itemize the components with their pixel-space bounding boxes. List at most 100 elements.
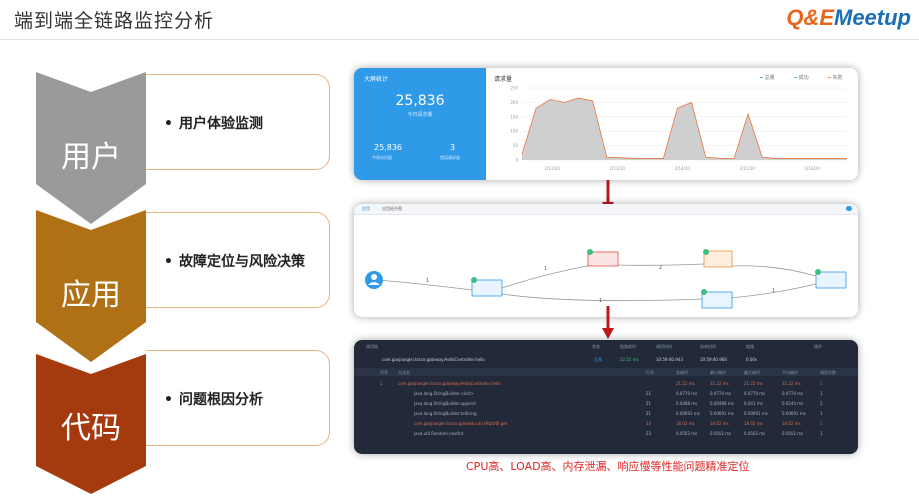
edge-label-1: 1 [426, 278, 429, 284]
logo-part2: Meetup [834, 5, 911, 30]
method-row-cell: 21 [646, 401, 652, 406]
series-area [522, 98, 847, 160]
topology-graph: 1 1 2 1 1 [365, 249, 847, 309]
service-node-gateway[interactable] [471, 279, 503, 297]
stat2-value: 3 [450, 143, 456, 152]
method-row-cell: 18.02 ms [676, 421, 695, 426]
method-row-cell: 0.0770 ms [744, 391, 766, 396]
edge-label-4: 1 [599, 298, 602, 304]
logo-part1: Q&E [786, 5, 834, 30]
trace-top-cell: 正常 [594, 357, 602, 362]
method-row-cell: 21 [646, 391, 652, 396]
x-tick-label: 2/14/20 [675, 166, 691, 171]
method-row-cell: 1 [820, 391, 823, 396]
x-tick-label: 2/16/20 [805, 166, 821, 171]
trace-header-cell: 链路 [746, 344, 754, 349]
request-total: 25,836 [395, 93, 445, 109]
layer-label-code: 代码 [61, 411, 121, 446]
layer-label-app: 应用 [61, 278, 121, 313]
trace-table: 调用链 状态 链路耗时 调用时间 结束时间 链路 操作 com.gaojianglei.tra… [354, 340, 858, 454]
method-row-cell: java.lang.StringBuilder.append [414, 401, 476, 406]
method-row-cell: 21.22 ms [744, 381, 763, 386]
method-row-cell: 0.00691 ms [710, 411, 734, 416]
stats-panel: 大屏统计 25,836 今日请求量 25,836 3 今周访问量 错误请求量 [354, 68, 486, 180]
caption-text: CPU高、LOAD高、内存泄漏、响应慢等性能问题精准定位 [466, 460, 750, 473]
legend-success: ━ 成功 [794, 75, 809, 81]
toggle-icon[interactable] [846, 206, 852, 211]
method-row-cell: 0.0770 ms [710, 391, 732, 396]
legend-fail: ━ 失败 [828, 75, 843, 81]
method-row-cell: 1 [820, 421, 823, 426]
page-title: 端到端全链路监控分析 [14, 10, 215, 32]
method-row-cell: 0.00691 ms [744, 411, 768, 416]
y-tick-label: 0 [515, 158, 518, 163]
layer-card-app: • 故障定位与风险决策 [146, 212, 330, 308]
method-header-cell: 平均耗时 [782, 370, 798, 375]
y-tick-label: 100 [510, 129, 518, 134]
trace-top-cell: com.gaojianglei.trace.gateway.HelloContr… [382, 357, 485, 362]
stat1-value: 25,836 [374, 143, 402, 152]
service-node-db[interactable] [701, 291, 733, 309]
method-row-cell: 1 [820, 381, 823, 386]
method-row-cell: java.lang.StringBuilder.<init> [414, 391, 474, 396]
trace-header-cell: 链路耗时 [620, 344, 636, 349]
topology-screenshot: 应用 应用拓扑图 1 1 2 1 1 [354, 204, 858, 317]
dashboard-screenshot: 大屏统计 25,836 今日请求量 25,836 3 今周访问量 错误请求量 请… [354, 68, 858, 180]
x-tick-label: 2/15/20 [740, 166, 756, 171]
method-row-cell: java.util.Random.nextInt [414, 431, 464, 436]
method-row-cell: 0.00691 ms [676, 411, 700, 416]
tab-topology[interactable]: 应用拓扑图 [382, 206, 402, 212]
trace-header-cell: 操作 [814, 344, 822, 349]
method-row-cell: 21 [646, 411, 652, 416]
arrow-down-2 [602, 306, 614, 339]
trace-top-cell: 22.55 ms [620, 357, 639, 362]
method-row-cell: 2 [820, 401, 823, 406]
service-node-end[interactable] [815, 271, 847, 289]
layer-item-app: • 故障定位与风险决策 [164, 254, 305, 270]
method-row-cell: 0.0488 ms [676, 401, 698, 406]
method-header-cell: 调用次数 [820, 370, 836, 375]
method-row-cell: 0.0502 ms [676, 431, 698, 436]
method-row-cell: 1 [820, 411, 823, 416]
x-tick-label: 2/12/20 [545, 166, 561, 171]
method-row-cell: 18.02 ms [782, 421, 801, 426]
y-tick-label: 150 [510, 114, 518, 119]
method-row-cell: 0.0244 ms [782, 401, 804, 406]
method-row-cell: 0.0770 ms [782, 391, 804, 396]
layer-card-user: • 用户体验监测 [146, 74, 330, 170]
trace-top-cell: 10:59:40.966 [700, 357, 727, 362]
stats-header: 大屏统计 [364, 76, 389, 83]
y-tick-label: 50 [513, 143, 519, 148]
header-divider [0, 39, 919, 40]
method-row-cell: 1 [380, 381, 383, 386]
trace-header-cell: 状态 [592, 344, 600, 349]
edge-label-3: 2 [659, 265, 662, 271]
method-row-cell: 22 [646, 421, 652, 426]
method-row-cell: 21.22 ms [676, 381, 695, 386]
method-row-cell: 0.0770 ms [676, 391, 698, 396]
legend-total: ━ 总量 [760, 75, 775, 81]
method-row-cell: 18.02 ms [710, 421, 729, 426]
stat2-label: 错误请求量 [440, 155, 460, 160]
y-tick-label: 250 [510, 86, 518, 91]
x-tick-label: 2/13/20 [610, 166, 626, 171]
trace-top-cell: 0.00s [746, 357, 757, 362]
stat1-label: 今周访问量 [372, 155, 392, 160]
trace-screenshot: 调用链 状态 链路耗时 调用时间 结束时间 链路 操作 com.gaojianglei.tra… [354, 340, 858, 454]
y-tick-label: 200 [510, 100, 518, 105]
method-row-cell: 0.00488 ms [710, 401, 734, 406]
trace-header-cell: 调用时间 [656, 344, 672, 349]
layer-card-code: • 问题根因分析 [146, 350, 330, 446]
method-row-cell: 18.02 ms [744, 421, 763, 426]
method-row-cell: java.lang.StringBuilder.toString [414, 411, 477, 416]
method-header-cell: 方法名 [398, 370, 410, 375]
method-row-cell: 23 [646, 431, 652, 436]
layer-label-user: 用户 [61, 140, 121, 175]
method-header-cell: 最小耗时 [710, 370, 726, 375]
method-header-cell: 序号 [380, 370, 388, 375]
method-row-cell: com.gaojianglei.trace.gateway.HelloContr… [398, 381, 501, 386]
tab-app[interactable]: 应用 [362, 206, 370, 212]
method-row-cell: 0.0502 ms [744, 431, 766, 436]
method-row-cell: 0.041 ms [744, 401, 763, 406]
service-node-error[interactable] [587, 251, 619, 267]
